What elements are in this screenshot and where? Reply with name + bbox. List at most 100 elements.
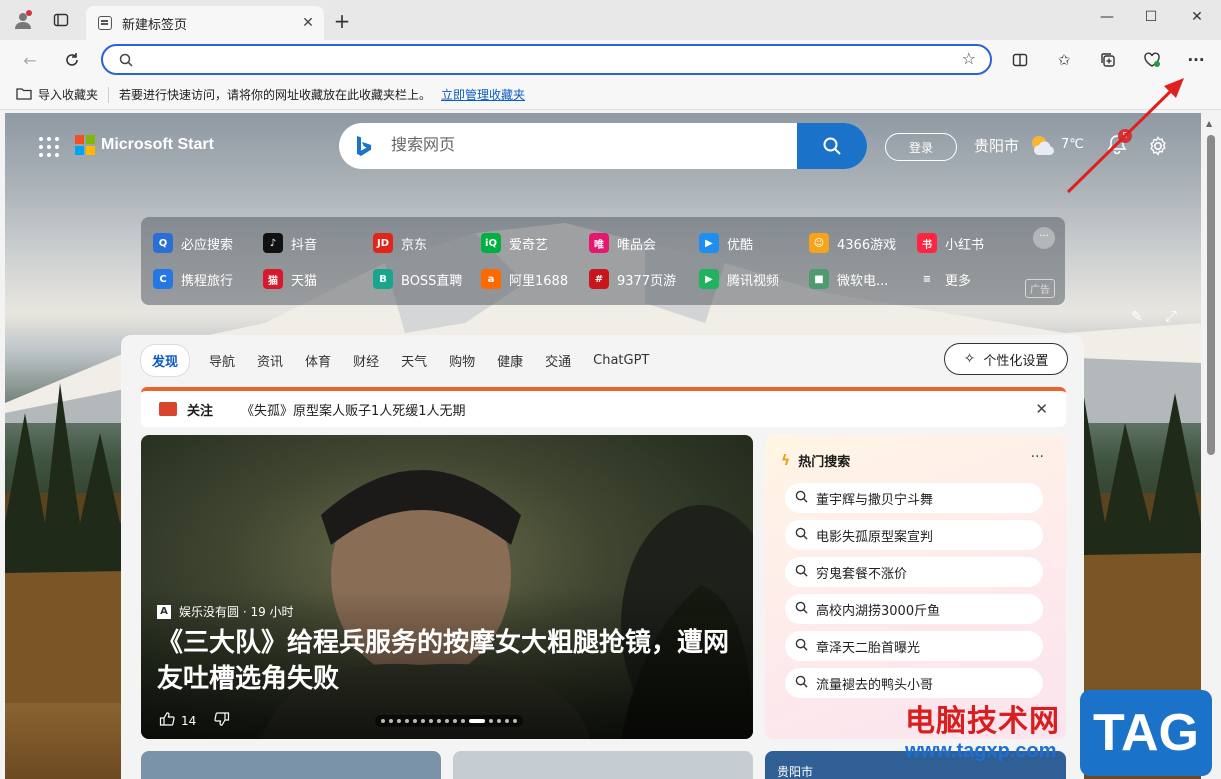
feed-tab[interactable]: 资讯	[257, 351, 283, 370]
search-icon	[795, 564, 808, 581]
carousel-dot[interactable]	[453, 719, 457, 723]
import-favorites-button[interactable]: 导入收藏夹	[16, 86, 98, 103]
split-screen-icon[interactable]	[1004, 46, 1036, 74]
scroll-up-icon[interactable]: ▲	[1206, 119, 1212, 128]
source-logo-icon: A	[157, 604, 171, 619]
quick-links-more-icon[interactable]: ···	[1033, 227, 1055, 249]
scroll-thumb[interactable]	[1207, 135, 1215, 455]
page-scrollbar[interactable]: ▲	[1201, 113, 1221, 779]
carousel-pager[interactable]	[375, 715, 523, 727]
personalize-button[interactable]: ✧ 个性化设置	[944, 343, 1068, 375]
hot-search-item[interactable]: 董宇辉与撒贝宁斗舞	[785, 483, 1043, 513]
quick-link[interactable]: B BOSS直聘	[373, 269, 462, 289]
favorite-star-icon[interactable]: ☆	[962, 49, 976, 68]
quick-link[interactable]: a 阿里1688	[481, 269, 568, 289]
search-submit-button[interactable]	[797, 123, 867, 169]
quick-link[interactable]: ■ 微软电...	[809, 269, 888, 289]
follow-notice-bar[interactable]: 关注 《失孤》原型案人贩子1人死缓1人无期 ✕	[141, 387, 1066, 427]
search-icon	[795, 675, 808, 692]
feed-tab[interactable]: 交通	[545, 351, 571, 370]
vip-icon: 唯	[589, 233, 609, 253]
hot-search-item[interactable]: 流量褪去的鸭头小哥	[785, 668, 1043, 698]
edit-background-icon[interactable]: ✎	[1131, 309, 1143, 325]
login-button[interactable]: 登录	[885, 133, 957, 161]
quick-link[interactable]: ≡ 更多	[917, 269, 971, 289]
carousel-dot[interactable]	[381, 719, 385, 723]
ms-store-icon: ■	[809, 269, 829, 289]
feed-tab[interactable]: 体育	[305, 351, 331, 370]
feed-tab[interactable]: 天气	[401, 351, 427, 370]
feed-tab[interactable]: 健康	[497, 351, 523, 370]
feed-tab[interactable]: 购物	[449, 351, 475, 370]
tab-actions-icon[interactable]	[46, 6, 76, 34]
thumbs-down-icon[interactable]	[214, 711, 230, 730]
web-search-box[interactable]	[339, 123, 867, 169]
hot-search-more-icon[interactable]: ···	[1031, 449, 1044, 465]
carousel-dot[interactable]	[489, 719, 493, 723]
carousel-dot[interactable]	[513, 719, 517, 723]
carousel-dot[interactable]	[405, 719, 409, 723]
hot-search-item[interactable]: 穷鬼套餐不涨价	[785, 557, 1043, 587]
hero-headline[interactable]: 《三大队》给程兵服务的按摩女大粗腿抢镜，遭网友吐槽选角失败	[157, 625, 737, 697]
news-card-preview[interactable]	[141, 751, 441, 779]
quick-link[interactable]: Q 必应搜索	[153, 233, 233, 253]
profile-icon[interactable]	[8, 6, 38, 34]
carousel-dot[interactable]	[389, 719, 393, 723]
hot-search-item[interactable]: 章泽天二胎首曝光	[785, 631, 1043, 661]
back-button[interactable]: ←	[16, 46, 44, 74]
quick-link[interactable]: ☺ 4366游戏	[809, 233, 896, 253]
feed-tab[interactable]: 导航	[209, 351, 235, 370]
carousel-dot[interactable]	[429, 719, 433, 723]
thumbs-up-icon[interactable]	[159, 711, 175, 730]
web-search-input[interactable]	[391, 135, 781, 157]
quick-link[interactable]: ♪ 抖音	[263, 233, 317, 253]
hot-search-panel: ϟ 热门搜索 ··· 董宇辉与撒贝宁斗舞 电影失孤原型案宣判 穷鬼套餐不涨价 高校内湖…	[765, 435, 1066, 739]
feed-tab[interactable]: 发现	[141, 345, 190, 376]
expand-icon[interactable]: ⤢	[1165, 307, 1177, 325]
hot-search-item[interactable]: 电影失孤原型案宣判	[785, 520, 1043, 550]
close-tab-icon[interactable]: ✕	[296, 15, 320, 31]
feed-tab[interactable]: ChatGPT	[593, 353, 649, 368]
weather-city[interactable]: 贵阳市	[974, 135, 1019, 156]
maximize-button[interactable]: ☐	[1128, 4, 1174, 30]
address-bar[interactable]: ☆	[101, 44, 992, 75]
quick-link[interactable]: 猫天猫	[263, 269, 317, 289]
manage-favorites-link[interactable]: 立即管理收藏夹	[441, 86, 525, 103]
quick-link[interactable]: #9377页游	[589, 269, 676, 289]
quick-link[interactable]: ▶ 优酷	[699, 233, 753, 253]
minimize-button[interactable]: —	[1084, 4, 1130, 30]
feed-tab[interactable]: 财经	[353, 351, 379, 370]
carousel-dot[interactable]	[421, 719, 425, 723]
carousel-dot[interactable]	[445, 719, 449, 723]
hero-news-card[interactable]: A 娱乐没有圆 · 19 小时 《三大队》给程兵服务的按摩女大粗腿抢镜，遭网友吐…	[141, 435, 753, 739]
quick-link[interactable]: C 携程旅行	[153, 269, 233, 289]
quick-link-label: 腾讯视频	[727, 273, 780, 289]
annotation-arrow	[1066, 78, 1184, 194]
new-tab-button[interactable]: +	[330, 10, 354, 34]
carousel-dot[interactable]	[437, 719, 441, 723]
close-notice-icon[interactable]: ✕	[1035, 400, 1048, 418]
carousel-dot[interactable]	[461, 719, 465, 723]
carousel-dot[interactable]	[505, 719, 509, 723]
tab-new-tab[interactable]: 新建标签页 ✕	[86, 6, 324, 40]
quick-link[interactable]: 唯唯品会	[589, 233, 656, 253]
microsoft-logo-icon	[75, 135, 95, 155]
news-card-preview[interactable]	[453, 751, 753, 779]
close-window-button[interactable]: ✕	[1174, 4, 1220, 30]
carousel-dot[interactable]	[497, 719, 501, 723]
quick-link[interactable]: 书小红书	[917, 233, 984, 253]
carousel-dot[interactable]	[413, 719, 417, 723]
app-launcher-icon[interactable]	[39, 137, 59, 157]
quick-link[interactable]: ▶ 腾讯视频	[699, 269, 779, 289]
quick-link[interactable]: JD 京东	[373, 233, 427, 253]
hero-source[interactable]: A 娱乐没有圆 · 19 小时	[157, 603, 294, 620]
carousel-dot[interactable]	[469, 719, 485, 723]
quick-link[interactable]: iQ 爱奇艺	[481, 233, 548, 253]
refresh-button[interactable]	[58, 46, 86, 74]
microsoft-start-logo[interactable]: Microsoft Start	[75, 135, 214, 155]
partly-cloudy-icon[interactable]	[1029, 133, 1057, 163]
address-input[interactable]	[139, 50, 939, 70]
notice-text[interactable]: 《失孤》原型案人贩子1人死缓1人无期	[241, 400, 1035, 419]
carousel-dot[interactable]	[397, 719, 401, 723]
hot-search-item[interactable]: 高校内湖捞3000斤鱼	[785, 594, 1043, 624]
